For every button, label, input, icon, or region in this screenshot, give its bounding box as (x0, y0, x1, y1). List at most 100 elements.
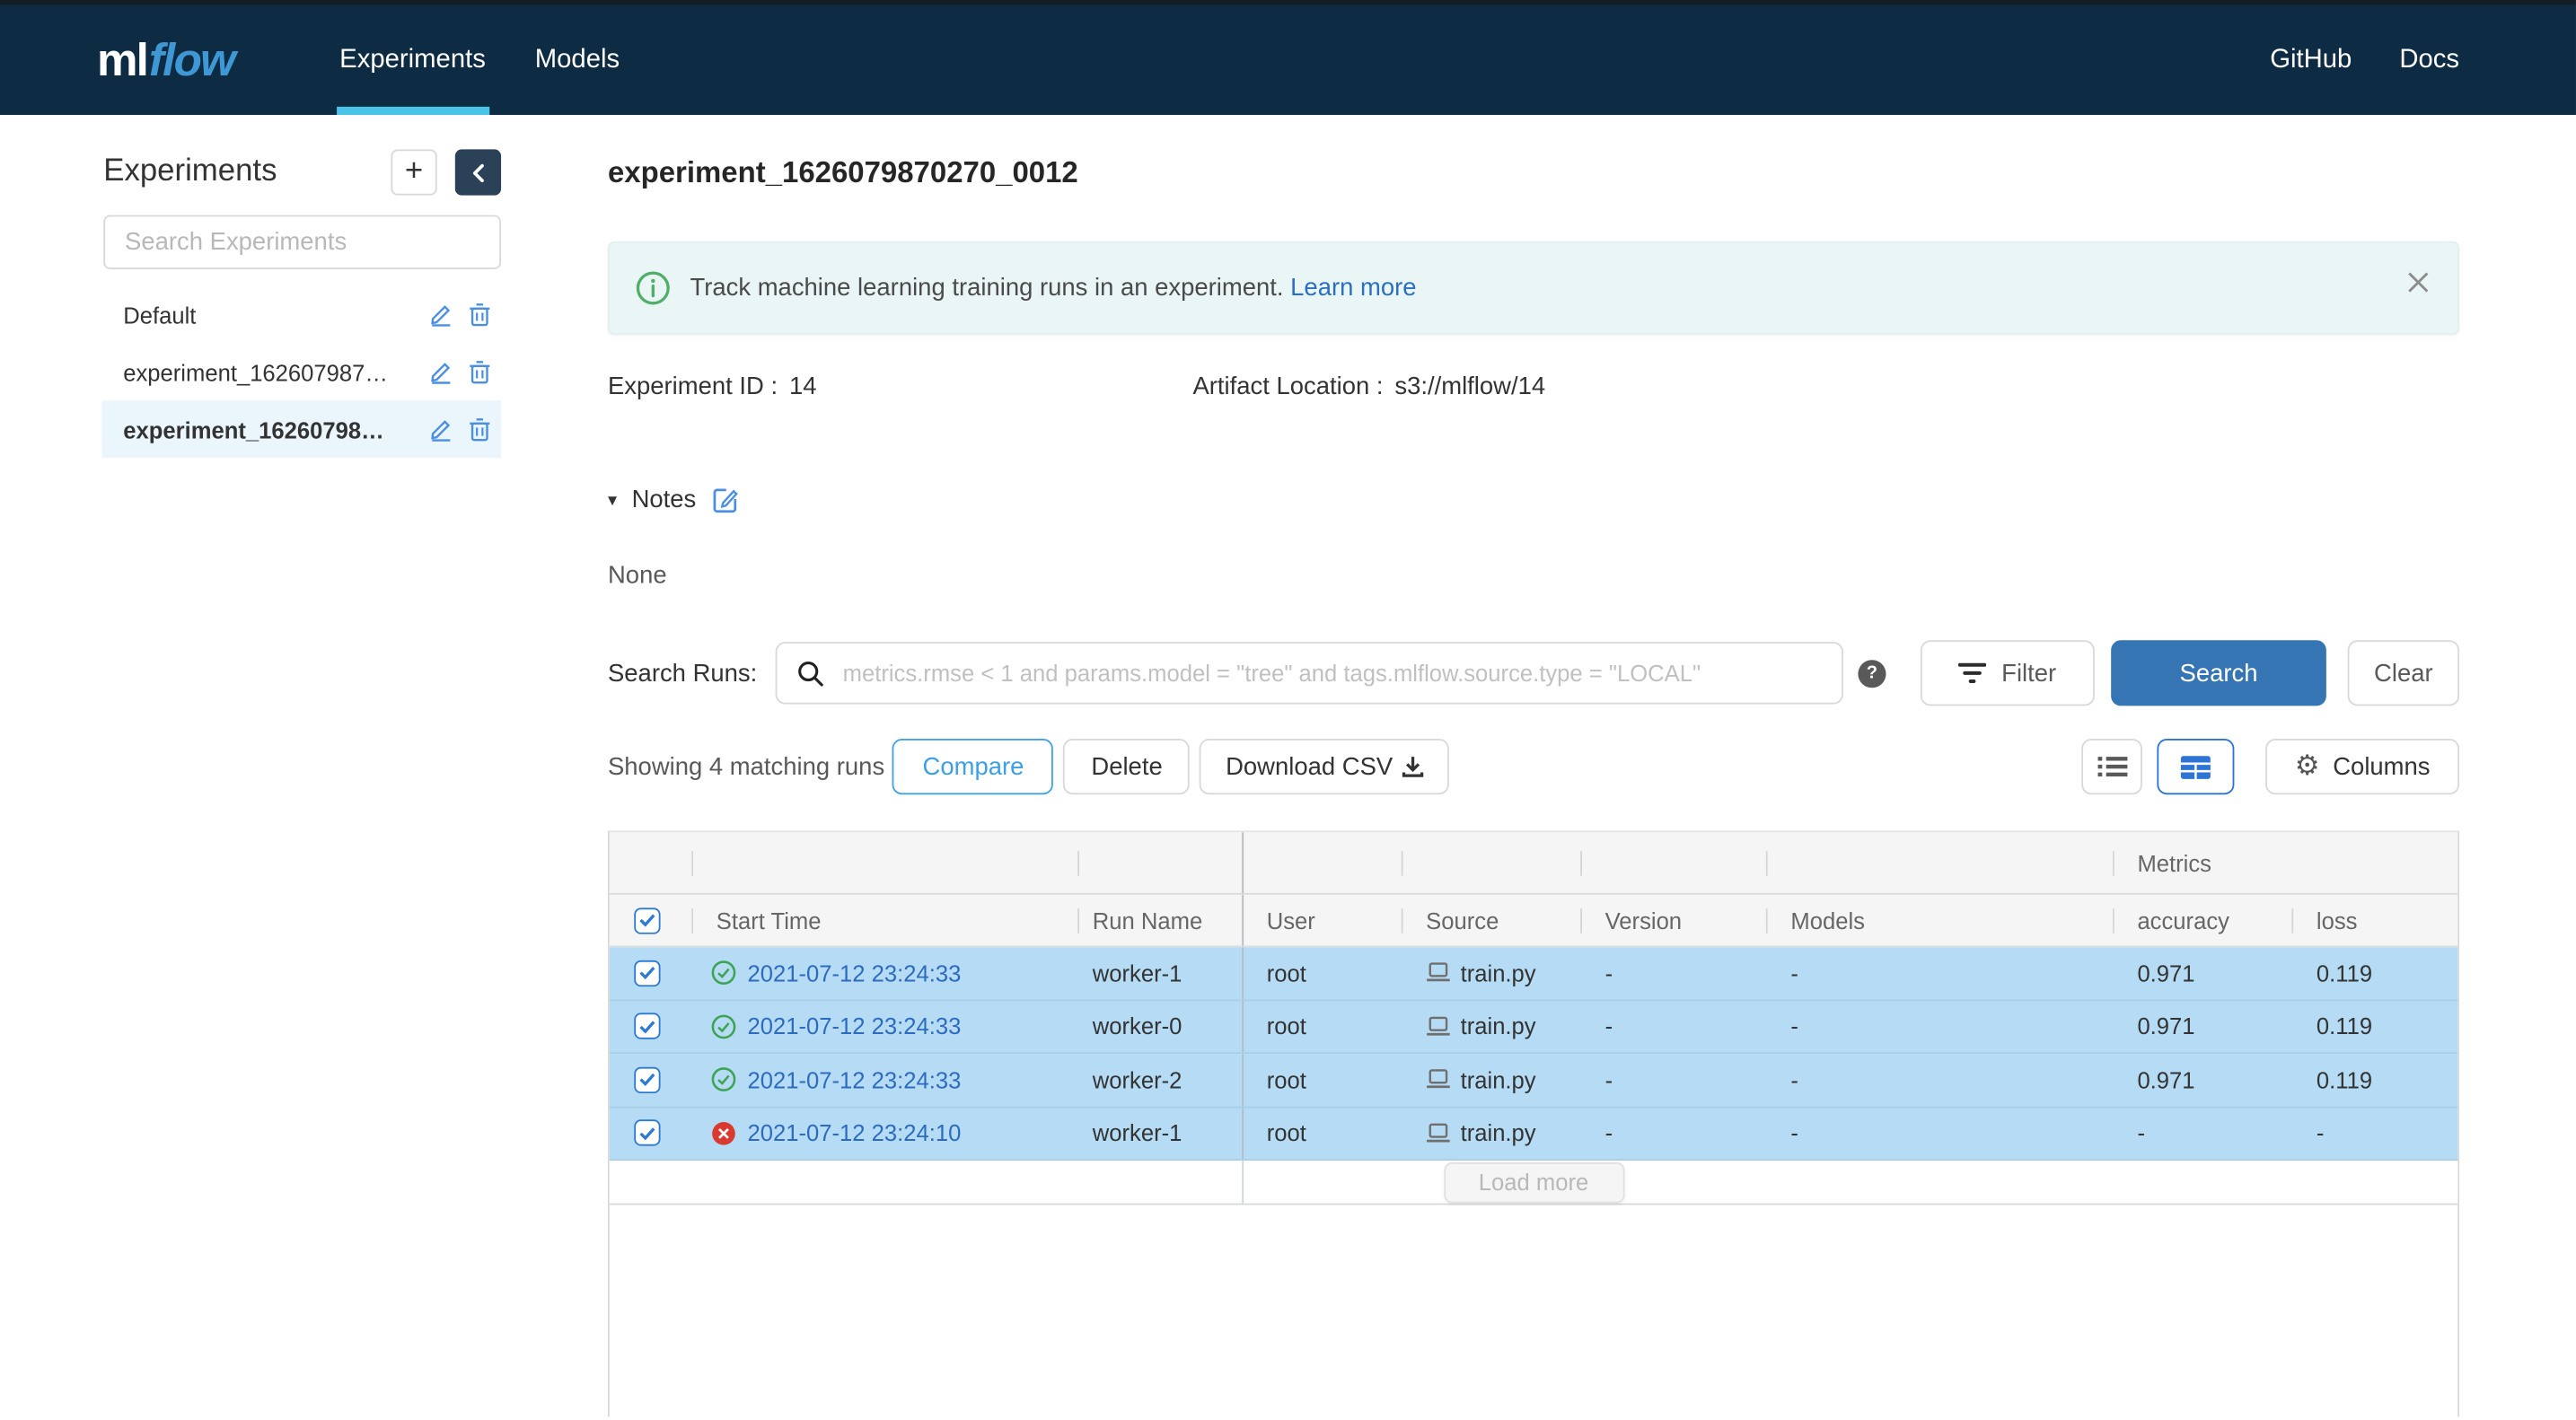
metrics-group-header: Metrics (2114, 832, 2461, 893)
experiment-list-item[interactable]: Default (101, 285, 501, 343)
load-more-row: Load more (610, 1161, 2457, 1205)
column-header-models[interactable]: Models (1768, 895, 2114, 946)
experiment-search-input[interactable] (105, 228, 499, 256)
learn-more-link[interactable]: Learn more (1290, 274, 1416, 302)
run-row[interactable]: 2021-07-12 23:24:33 worker-0 root train.… (610, 1001, 2457, 1054)
column-header-run-name[interactable]: Run Name (1079, 895, 1244, 946)
load-more-button[interactable]: Load more (1443, 1161, 1623, 1203)
run-start-time-link[interactable]: 2021-07-12 23:24:10 (748, 1120, 962, 1146)
filter-button[interactable]: Filter (1921, 640, 2095, 706)
delete-experiment-icon[interactable] (468, 360, 491, 384)
fixed-column-divider (1242, 1161, 1244, 1204)
run-start-time-link[interactable]: 2021-07-12 23:24:33 (748, 1013, 962, 1039)
run-version-cell: - (1582, 1054, 1768, 1106)
experiment-name: experiment_162607987… (123, 359, 414, 385)
experiment-list-item[interactable]: experiment_162607987… (101, 343, 501, 400)
rename-experiment-icon[interactable] (429, 360, 453, 384)
info-icon (636, 271, 670, 305)
run-loss-cell: 0.119 (2293, 947, 2461, 999)
tab-experiments-label: Experiments (339, 45, 486, 75)
search-help-icon[interactable]: ? (1858, 659, 1886, 687)
column-header-start-time[interactable]: Start Time (693, 895, 1079, 946)
search-button[interactable]: Search (2111, 640, 2326, 706)
notes-body: None (608, 561, 2459, 589)
run-status-icon (711, 1067, 735, 1091)
run-user-cell: root (1244, 1001, 1402, 1053)
search-runs-input[interactable] (840, 658, 1822, 688)
rename-experiment-icon[interactable] (429, 302, 453, 327)
experiment-list-item-selected[interactable]: experiment_16260798… (101, 400, 501, 458)
row-checkbox[interactable] (634, 1120, 660, 1146)
table-header-row: Start Time Run Name User Source Version … (610, 895, 2457, 948)
run-user-cell: root (1244, 947, 1402, 999)
run-source-cell: train.py (1403, 1054, 1582, 1106)
run-start-time-link[interactable]: 2021-07-12 23:24:33 (748, 960, 962, 986)
add-experiment-button[interactable]: + (391, 149, 436, 195)
column-header-source[interactable]: Source (1403, 895, 1582, 946)
github-link[interactable]: GitHub (2270, 45, 2352, 75)
run-accuracy-cell: 0.971 (2114, 1054, 2293, 1106)
column-header-user[interactable]: User (1244, 895, 1402, 946)
rename-experiment-icon[interactable] (429, 417, 453, 442)
banner-message: Track machine learning training runs in … (690, 274, 1416, 302)
run-version-cell: - (1582, 947, 1768, 999)
row-checkbox[interactable] (634, 960, 660, 986)
experiment-detail-panel: experiment_1626079870270_0012 Track mach… (608, 115, 2459, 1416)
run-status-icon (711, 1121, 735, 1145)
close-banner-icon[interactable] (2407, 271, 2431, 294)
column-header-loss[interactable]: loss (2293, 895, 2461, 946)
view-toolbar: ⚙ Columns (2081, 739, 2459, 794)
delete-experiment-icon[interactable] (468, 417, 491, 442)
run-name-cell: worker-0 (1079, 1001, 1244, 1053)
logo-text-ml: ml (97, 33, 147, 86)
edit-notes-icon[interactable] (711, 486, 739, 513)
experiment-name: experiment_16260798… (123, 416, 414, 443)
nav-tabs: Experiments Models (337, 4, 666, 115)
run-loss-cell: 0.119 (2293, 1001, 2461, 1053)
docs-link[interactable]: Docs (2399, 45, 2459, 75)
select-all-checkbox[interactable] (634, 907, 660, 933)
tab-experiments[interactable]: Experiments (337, 4, 489, 115)
filter-button-label: Filter (2001, 659, 2056, 687)
run-accuracy-cell: 0.971 (2114, 947, 2293, 999)
run-models-cell: - (1768, 947, 2114, 999)
laptop-icon (1426, 1069, 1450, 1091)
run-row[interactable]: 2021-07-12 23:24:33 worker-2 root train.… (610, 1054, 2457, 1107)
run-actions-row: Showing 4 matching runs Compare Delete D… (608, 739, 2459, 794)
mlflow-logo[interactable]: mlflow (97, 4, 234, 115)
artifact-location-label: Artifact Location : (1192, 373, 1383, 400)
run-start-time-link[interactable]: 2021-07-12 23:24:33 (748, 1066, 962, 1092)
run-row[interactable]: 2021-07-12 23:24:33 worker-1 root train.… (610, 947, 2457, 1000)
notes-title: Notes (632, 486, 697, 513)
collapse-sidebar-button[interactable] (455, 149, 501, 195)
experiment-search-box (103, 215, 501, 269)
collapse-notes-caret-icon[interactable]: ▾ (608, 489, 617, 511)
run-status-icon (711, 1014, 735, 1039)
column-header-accuracy[interactable]: accuracy (2114, 895, 2293, 946)
search-runs-box (776, 642, 1843, 704)
column-header-version[interactable]: Version (1582, 895, 1768, 946)
delete-button[interactable]: Delete (1064, 739, 1191, 794)
top-nav: mlflow Experiments Models GitHub Docs (0, 4, 2576, 115)
list-view-button[interactable] (2081, 739, 2142, 794)
tab-models[interactable]: Models (532, 4, 623, 115)
page-title: experiment_1626079870270_0012 (608, 156, 2459, 190)
run-source-cell: train.py (1403, 1108, 1582, 1160)
clear-button[interactable]: Clear (2348, 640, 2459, 706)
experiment-id-label: Experiment ID : (608, 373, 778, 400)
row-checkbox[interactable] (634, 1066, 660, 1092)
grid-view-button[interactable] (2157, 739, 2234, 794)
download-csv-button[interactable]: Download CSV (1200, 739, 1449, 794)
run-models-cell: - (1768, 1054, 2114, 1106)
compare-button[interactable]: Compare (892, 739, 1053, 794)
columns-button[interactable]: ⚙ Columns (2265, 739, 2459, 794)
row-checkbox[interactable] (634, 1013, 660, 1039)
run-row[interactable]: 2021-07-12 23:24:10 worker-1 root train.… (610, 1108, 2457, 1161)
delete-experiment-icon[interactable] (468, 302, 491, 327)
laptop-icon (1426, 1123, 1450, 1144)
notes-section-header: ▾ Notes (608, 486, 2459, 513)
experiment-meta: Experiment ID : 14 Artifact Location : s… (608, 373, 2459, 400)
run-version-cell: - (1582, 1001, 1768, 1053)
run-status-icon (711, 960, 735, 985)
run-loss-cell: 0.119 (2293, 1054, 2461, 1106)
